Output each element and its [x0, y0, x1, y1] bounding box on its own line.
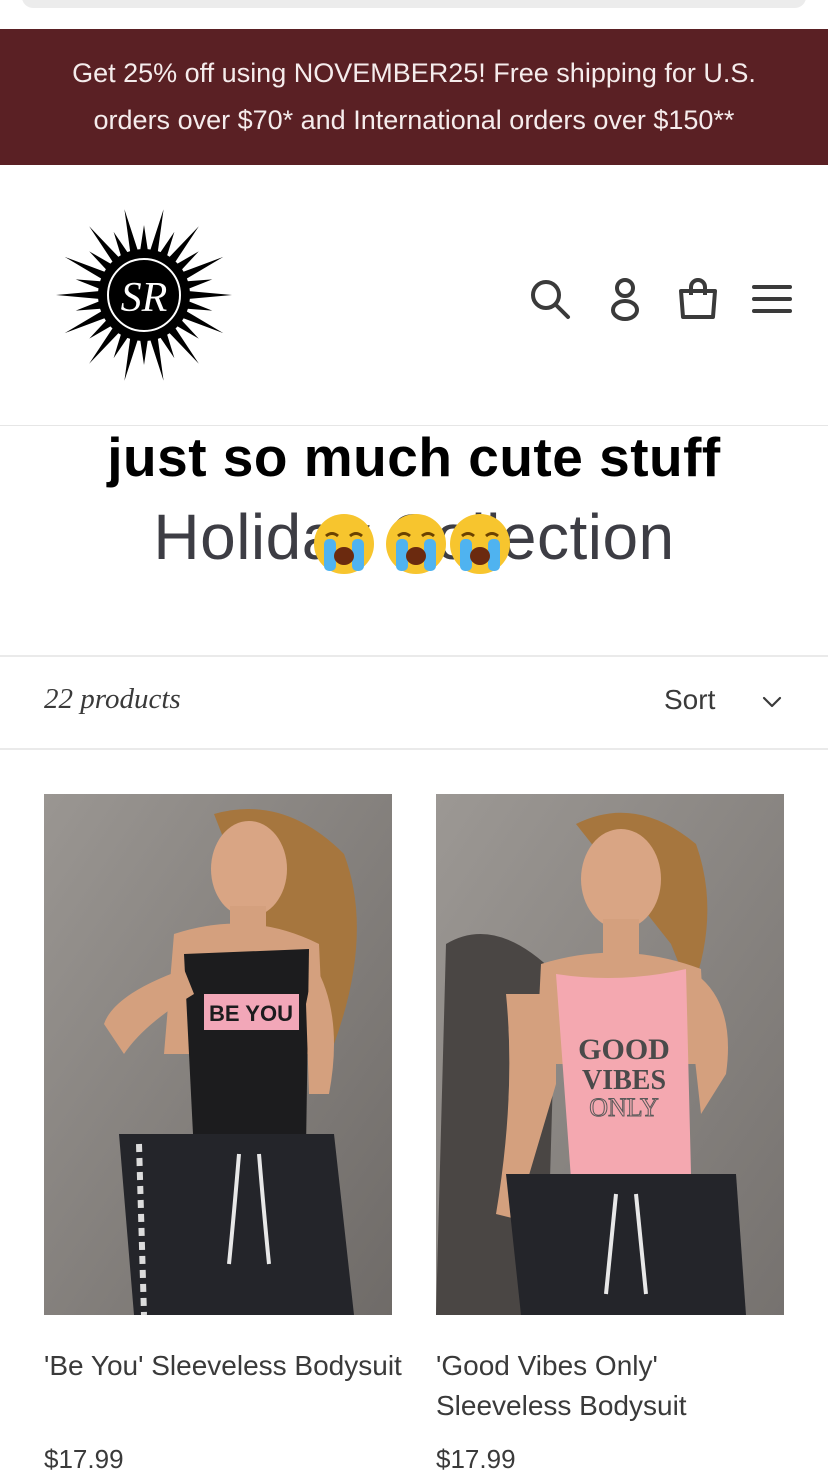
sun-ray: [149, 336, 164, 381]
sun-ray: [149, 209, 164, 254]
svg-text:VIBES: VIBES: [582, 1065, 666, 1096]
sun-ray: [75, 279, 103, 290]
product-image[interactable]: GOOD VIBES ONLY: [436, 794, 784, 1315]
sun-ray: [124, 336, 139, 381]
sun-ray: [89, 326, 120, 364]
announcement-text: Get 25% off using NOVEMBER25! Free shipp…: [72, 58, 756, 135]
account-icon[interactable]: [603, 277, 647, 321]
sun-ray: [168, 226, 199, 264]
product-title[interactable]: 'Be You' Sleeveless Bodysuit: [44, 1346, 404, 1386]
chevron-down-icon[interactable]: [760, 690, 784, 714]
announcement-bar: Get 25% off using NOVEMBER25! Free shipp…: [0, 29, 828, 165]
sun-ray: [168, 326, 199, 364]
sun-ray: [185, 300, 213, 311]
divider: [0, 748, 828, 750]
product-price: $17.99: [436, 1444, 516, 1474]
product-price: $17.99: [44, 1444, 124, 1474]
product-count: 22 products: [44, 683, 181, 715]
product-card[interactable]: GOOD VIBES ONLY 'Good Vibes Only' Sleeve…: [436, 794, 784, 1474]
sun-ray: [75, 300, 103, 311]
crying-face-emoji: [450, 514, 510, 574]
address-bar[interactable]: [22, 0, 806, 8]
sun-ray: [124, 209, 139, 254]
sun-ray: [187, 291, 232, 299]
divider: [0, 655, 828, 657]
svg-text:GOOD: GOOD: [578, 1033, 670, 1066]
cart-icon[interactable]: [676, 277, 720, 321]
product-card[interactable]: BE YOU 'Be You' Sleeveless Bodysuit $17.…: [44, 794, 402, 1474]
crying-face-emoji: [314, 514, 374, 574]
sort-dropdown[interactable]: Sort: [664, 684, 715, 716]
svg-text:ONLY: ONLY: [589, 1093, 659, 1122]
story-caption: just so much cute stuff: [107, 426, 721, 488]
product-title[interactable]: 'Good Vibes Only' Sleeveless Bodysuit: [436, 1346, 796, 1426]
browser-top-strip: [0, 0, 828, 29]
menu-icon[interactable]: [750, 277, 794, 321]
product-image[interactable]: BE YOU: [44, 794, 392, 1315]
model-photo: GOOD VIBES ONLY: [436, 794, 784, 1315]
crying-face-emoji: [386, 514, 446, 574]
sr-sun-logo[interactable]: SR: [52, 205, 236, 385]
sun-ray: [185, 279, 213, 290]
search-icon[interactable]: [528, 277, 572, 321]
site-header: SR: [0, 165, 828, 426]
logo-monogram: SR: [121, 275, 168, 321]
sun-ray: [140, 338, 148, 365]
sun-ray: [56, 291, 101, 299]
model-photo: BE YOU: [44, 794, 392, 1315]
print-text: BE YOU: [209, 1001, 293, 1026]
sun-ray: [140, 225, 148, 252]
sun-ray: [89, 226, 120, 264]
